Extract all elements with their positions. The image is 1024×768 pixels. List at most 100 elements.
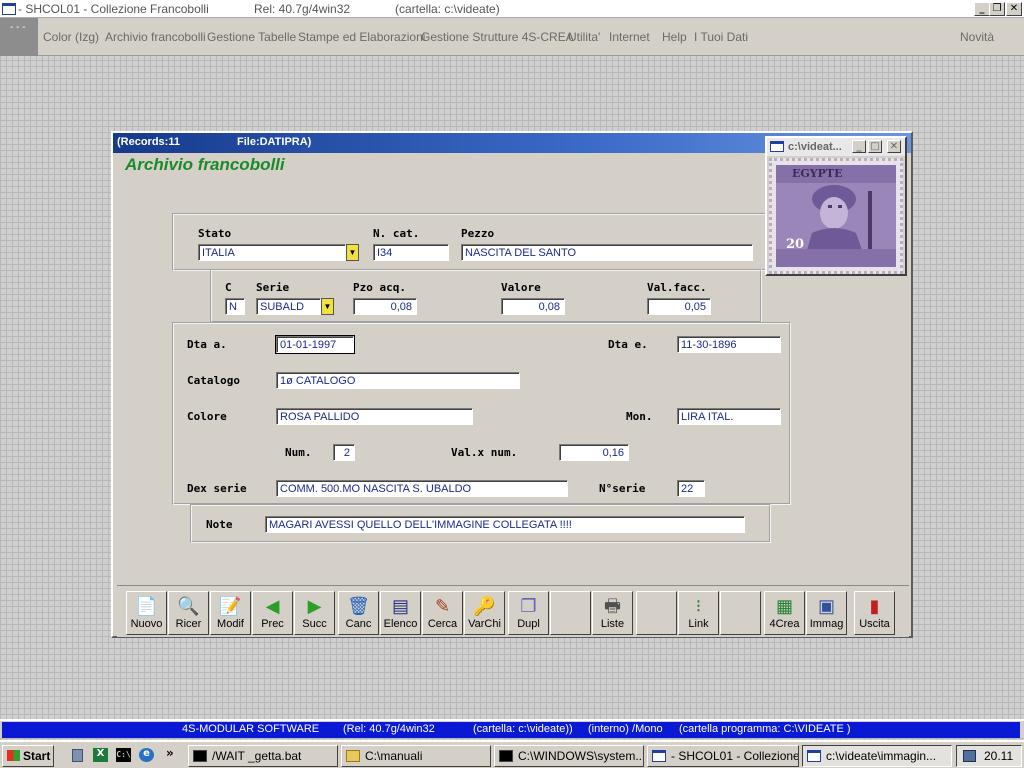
mon-label: Mon. <box>626 410 653 423</box>
toolbar-button-label: Liste <box>600 618 625 630</box>
window-title-bar[interactable]: - SHCOL01 - Collezione Francobolli Rel: … <box>0 0 1024 18</box>
mon-field[interactable]: LIRA ITAL. <box>677 408 781 425</box>
catalogo-field[interactable]: 1ø CATALOGO <box>276 372 520 389</box>
toolbar-button-label: Cerca <box>427 618 458 630</box>
dex-serie-label: Dex serie <box>187 482 247 495</box>
panel-identity: Stato ITALIA ▼ N. cat. I34 Pezzo NASCITA… <box>172 213 772 271</box>
menu-gestione-strutture[interactable]: Gestione Strutture 4S-CREA <box>421 30 574 44</box>
chevron-down-icon: ▼ <box>348 248 357 257</box>
taskbar-item[interactable]: C:\manuali <box>341 745 491 767</box>
image-viewer-caption[interactable]: c:\videat... _ □ ✕ <box>767 138 905 156</box>
val-facc-field[interactable]: 0,05 <box>647 298 711 315</box>
num-field[interactable]: 2 <box>333 444 355 461</box>
toolbar-button-nuovo[interactable]: 📄 Nuovo <box>126 591 167 635</box>
image-minimize-button[interactable]: _ <box>852 140 866 153</box>
c-field[interactable]: N <box>225 298 245 315</box>
clock[interactable]: 20.11 <box>984 749 1013 763</box>
toolbar-button-label: Nuovo <box>130 618 163 630</box>
toolbar-button-succ[interactable]: ▶ Succ <box>294 591 335 635</box>
pzo-acq-label: Pzo acq. <box>353 281 406 294</box>
quicklaunch-ie-icon[interactable]: e <box>139 748 154 762</box>
taskbar-item[interactable]: - SHCOL01 - Collezione... <box>647 745 799 767</box>
menu-novita[interactable]: Novità <box>960 30 994 44</box>
taskbar-item[interactable]: c:\videate\immagin... <box>802 745 952 767</box>
toolbar-button-dupl[interactable]: ❐ Dupl <box>508 591 549 635</box>
toolbar-button-immag[interactable]: ▣ Immag <box>806 591 847 635</box>
note-label: Note <box>206 518 233 531</box>
status-folder: (cartella: c:\videate)) <box>473 723 573 735</box>
c-label: C <box>225 281 232 294</box>
menu-help[interactable]: Help <box>662 30 687 44</box>
window-icon <box>652 750 666 762</box>
stato-field[interactable]: ITALIA <box>198 244 346 261</box>
edit-doc-icon: 📝 <box>219 596 242 616</box>
toolbar-button-ricer[interactable]: 🔍 Ricer <box>168 591 209 635</box>
dex-serie-field[interactable]: COMM. 500.MO NASCITA S. UBALDO <box>276 480 568 497</box>
val-x-num-field[interactable]: 0,16 <box>559 444 629 461</box>
cmd-icon <box>193 750 207 762</box>
pezzo-label: Pezzo <box>461 227 495 240</box>
menu-gestione-tabelle[interactable]: Gestione Tabelle <box>207 30 296 44</box>
window-title: - SHCOL01 - Collezione Francobolli <box>18 2 209 16</box>
image-maximize-button[interactable]: □ <box>868 140 882 153</box>
serie-field[interactable]: SUBALD <box>256 298 321 315</box>
menu-internet[interactable]: Internet <box>609 30 650 44</box>
image-viewer-title: c:\videat... <box>788 141 842 153</box>
list-icon: ▤ <box>391 596 409 616</box>
note-field[interactable]: MAGARI AVESSI QUELLO DELL'IMMAGINE COLLE… <box>265 516 745 533</box>
ncat-label: N. cat. <box>373 227 420 240</box>
toolbar-button-modif[interactable]: 📝 Modif <box>210 591 251 635</box>
network-tray-icon[interactable] <box>963 750 976 762</box>
toolbar-button-cerca[interactable]: ✎ Cerca <box>422 591 463 635</box>
serie-dropdown-button[interactable]: ▼ <box>321 298 334 315</box>
quicklaunch-excel-icon[interactable]: X <box>93 748 108 762</box>
ncat-field[interactable]: I34 <box>373 244 449 261</box>
image-close-button[interactable]: ✕ <box>887 140 901 153</box>
menu-archivio[interactable]: Archivio francobolli <box>105 30 206 44</box>
toolbar-button-prec[interactable]: ◀ Prec <box>252 591 293 635</box>
start-button[interactable]: Start <box>2 745 54 767</box>
colore-label: Colore <box>187 410 227 423</box>
valore-field[interactable]: 0,08 <box>501 298 565 315</box>
colore-field[interactable]: ROSA PALLIDO <box>276 408 473 425</box>
toolbar-button-canc[interactable]: 🗑 Canc <box>338 591 379 635</box>
status-company: 4S-MODULAR SOFTWARE <box>182 723 320 735</box>
quicklaunch-desktop-icon[interactable] <box>72 749 83 762</box>
status-bar: 4S-MODULAR SOFTWARE (Rel: 40.7g/4win32 (… <box>0 719 1024 738</box>
restore-button[interactable]: ❐ <box>989 2 1005 16</box>
toolbar-button-link[interactable]: ⁝ Link <box>678 591 719 635</box>
dta-e-field[interactable]: 11-30-1896 <box>677 336 781 353</box>
quicklaunch-more-icon[interactable]: » <box>166 746 174 760</box>
pezzo-field[interactable]: NASCITA DEL SANTO <box>461 244 753 261</box>
status-mode: (interno) /Mono <box>588 723 663 735</box>
menu-color[interactable]: Color (Izg) <box>43 30 99 44</box>
dta-a-field[interactable]: 01-01-1997 <box>275 335 355 354</box>
taskbar-item[interactable]: /WAIT _getta.bat <box>188 745 338 767</box>
toolbar-button-elenco[interactable]: ▤ Elenco <box>380 591 421 635</box>
menu-logo[interactable]: - - - <box>0 18 38 56</box>
toolbar-button-uscita[interactable]: ▮ Uscita <box>854 591 895 635</box>
stamp-image: EGYPTE 20 <box>769 158 903 274</box>
pzo-acq-field[interactable]: 0,08 <box>353 298 417 315</box>
menu-utilita[interactable]: Utilita' <box>568 30 600 44</box>
records-count: (Records:11 <box>117 136 180 148</box>
dta-e-label: Dta e. <box>608 338 648 351</box>
close-button[interactable]: ✕ <box>1006 2 1022 16</box>
n-serie-field[interactable]: 22 <box>677 480 705 497</box>
action-toolbar: 📄 Nuovo 🔍 Ricer 📝 Modif ◀ Prec ▶ Succ 🗑 Canc ▤ Elenco… <box>117 585 909 637</box>
menu-stampe[interactable]: Stampe ed Elaborazioni <box>298 30 425 44</box>
menu-tuoi-dati[interactable]: I Tuoi Dati <box>694 30 748 44</box>
taskbar-item-label: /WAIT _getta.bat <box>212 749 302 763</box>
taskbar-item-label: C:\WINDOWS\system... <box>518 749 644 763</box>
magnifier-icon: 🔍 <box>177 596 200 616</box>
minimize-button[interactable]: _ <box>974 2 990 16</box>
toolbar-button-varchi[interactable]: 🔑 VarChi <box>464 591 505 635</box>
quicklaunch-cmd-icon[interactable]: C:\ <box>116 748 131 762</box>
app-window-icon <box>2 3 16 15</box>
toolbar-button-4crea[interactable]: ▦ 4Crea <box>764 591 805 635</box>
taskbar-item[interactable]: C:\WINDOWS\system... <box>494 745 644 767</box>
find-icon: ✎ <box>434 596 451 616</box>
toolbar-button-liste[interactable]: 🖶 Liste <box>592 591 633 635</box>
stamp-value: 20 <box>786 237 805 252</box>
stato-dropdown-button[interactable]: ▼ <box>346 244 359 261</box>
